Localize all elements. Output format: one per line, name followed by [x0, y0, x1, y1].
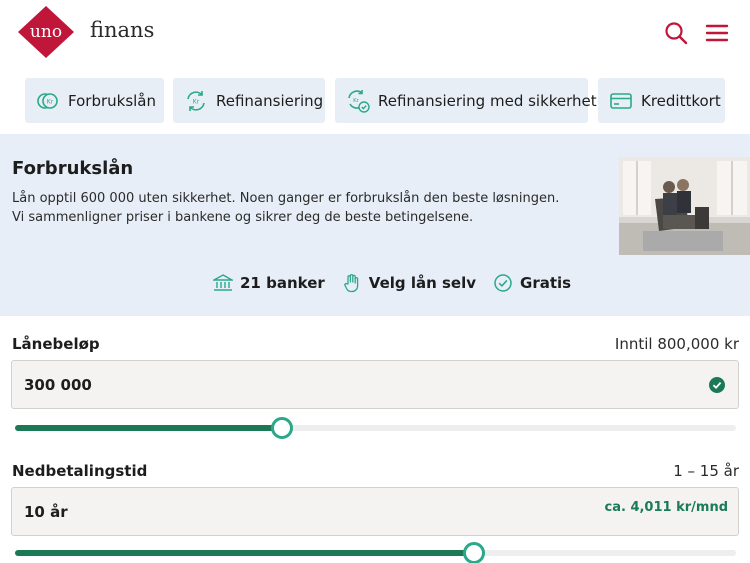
slider-fill [15, 550, 475, 556]
valid-check-icon [709, 377, 725, 393]
tab-refinansiering-med-sikkerhet[interactable]: Kr Refinansiering med sikkerhet [335, 78, 597, 123]
logo-diamond-icon: uno [18, 6, 74, 58]
loan-amount-hint: Inntil 800,000 kr [614, 335, 739, 353]
menu-icon[interactable] [705, 21, 729, 45]
bank-icon [213, 274, 233, 291]
refresh-kr-icon: Kr [187, 90, 205, 111]
monthly-cost: ca. 4,011 kr/mnd [604, 500, 729, 515]
repayment-slider[interactable] [15, 541, 736, 563]
credit-card-icon [610, 92, 632, 109]
page-title: Forbrukslån [12, 158, 134, 179]
check-circle-icon [494, 274, 512, 292]
slider-thumb[interactable] [270, 417, 293, 439]
brand-name: finans [90, 18, 155, 42]
loan-amount-label: Lånebeløp [12, 335, 100, 353]
logo-text: uno [30, 22, 62, 42]
feature-label: 21 banker [240, 274, 325, 292]
site-header: uno finans [0, 0, 750, 66]
loan-amount-value: 300 000 [24, 376, 92, 394]
tab-label: Refinansiering med sikkerhet [378, 91, 597, 110]
repayment-hint: 1 – 15 år [673, 462, 739, 480]
hero-section: Forbrukslån Lån opptil 600 000 uten sikk… [0, 134, 750, 316]
hand-icon [343, 274, 359, 293]
repayment-label: Nedbetalingstid [12, 462, 148, 480]
svg-text:Kr: Kr [193, 98, 200, 105]
hero-photo [619, 157, 750, 255]
search-icon[interactable] [664, 21, 688, 45]
tab-forbrukslan[interactable]: Kr Forbrukslån [25, 78, 164, 123]
slider-fill [15, 425, 282, 431]
tab-refinansiering[interactable]: Kr Refinansiering [173, 78, 325, 123]
tab-label: Forbrukslån [68, 91, 157, 110]
feature-choose-loan: Velg lån selv [342, 273, 476, 293]
coin-kr-icon: Kr [37, 92, 58, 109]
loan-amount-input[interactable]: 300 000 [11, 360, 739, 409]
tab-label: Refinansiering [216, 91, 324, 110]
svg-text:Kr: Kr [47, 98, 54, 105]
feature-banks: 21 banker [213, 273, 325, 293]
refresh-secure-icon: Kr [348, 89, 370, 113]
feature-free: Gratis [493, 273, 571, 293]
svg-text:Kr: Kr [353, 98, 360, 104]
feature-list: 21 banker Velg lån selv Gratis [213, 272, 571, 294]
tab-kredittkort[interactable]: Kredittkort [598, 78, 725, 123]
slider-thumb[interactable] [463, 542, 486, 563]
tab-label: Kredittkort [641, 91, 721, 110]
repayment-value: 10 år [24, 503, 68, 521]
hero-description: Lån opptil 600 000 uten sikkerhet. Noen … [12, 191, 560, 225]
feature-label: Gratis [520, 274, 572, 292]
brand-logo[interactable]: uno finans [16, 4, 154, 60]
feature-label: Velg lån selv [368, 274, 477, 292]
repayment-input[interactable]: 10 år ca. 4,011 kr/mnd [11, 487, 739, 536]
loan-amount-slider[interactable] [15, 416, 736, 440]
